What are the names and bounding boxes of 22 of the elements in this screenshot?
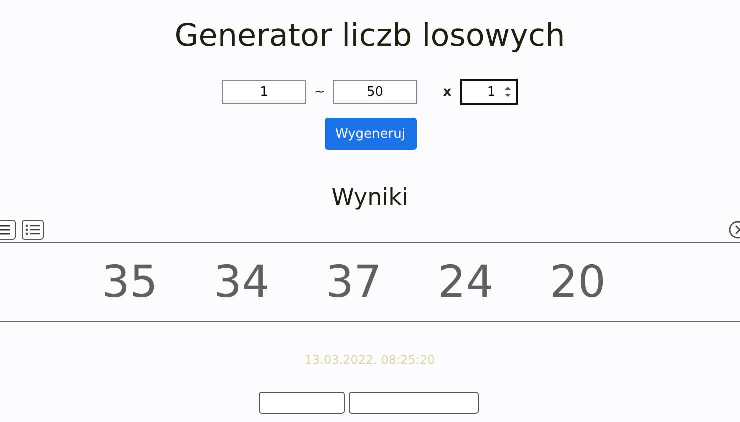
result-number: 20	[550, 256, 606, 308]
result-number: 34	[214, 256, 270, 308]
action-button[interactable]	[258, 392, 344, 414]
count-label: x	[443, 84, 452, 100]
range-separator: ~	[313, 84, 326, 100]
view-toggle[interactable]	[22, 220, 44, 240]
grid-icon	[0, 224, 11, 236]
result-number: 37	[326, 256, 382, 308]
max-field[interactable]: 50	[333, 80, 418, 104]
results-heading: Wyniki	[330, 184, 410, 213]
generate-button[interactable]: Wygeneruj	[324, 118, 416, 150]
view-toggle[interactable]	[0, 220, 16, 240]
result-number: 24	[438, 256, 494, 308]
timestamp: 13.03.2022. 08:25:20	[304, 353, 436, 367]
list-icon	[25, 224, 41, 236]
result-number: 35	[102, 256, 158, 308]
spinner-icon[interactable]	[504, 85, 512, 99]
page-title: Generator liczb losowych	[174, 17, 566, 56]
count-field[interactable]: 1	[460, 79, 518, 105]
chevron-icon[interactable]	[728, 220, 740, 240]
action-button[interactable]	[348, 392, 478, 414]
min-field[interactable]: 1	[222, 80, 306, 104]
